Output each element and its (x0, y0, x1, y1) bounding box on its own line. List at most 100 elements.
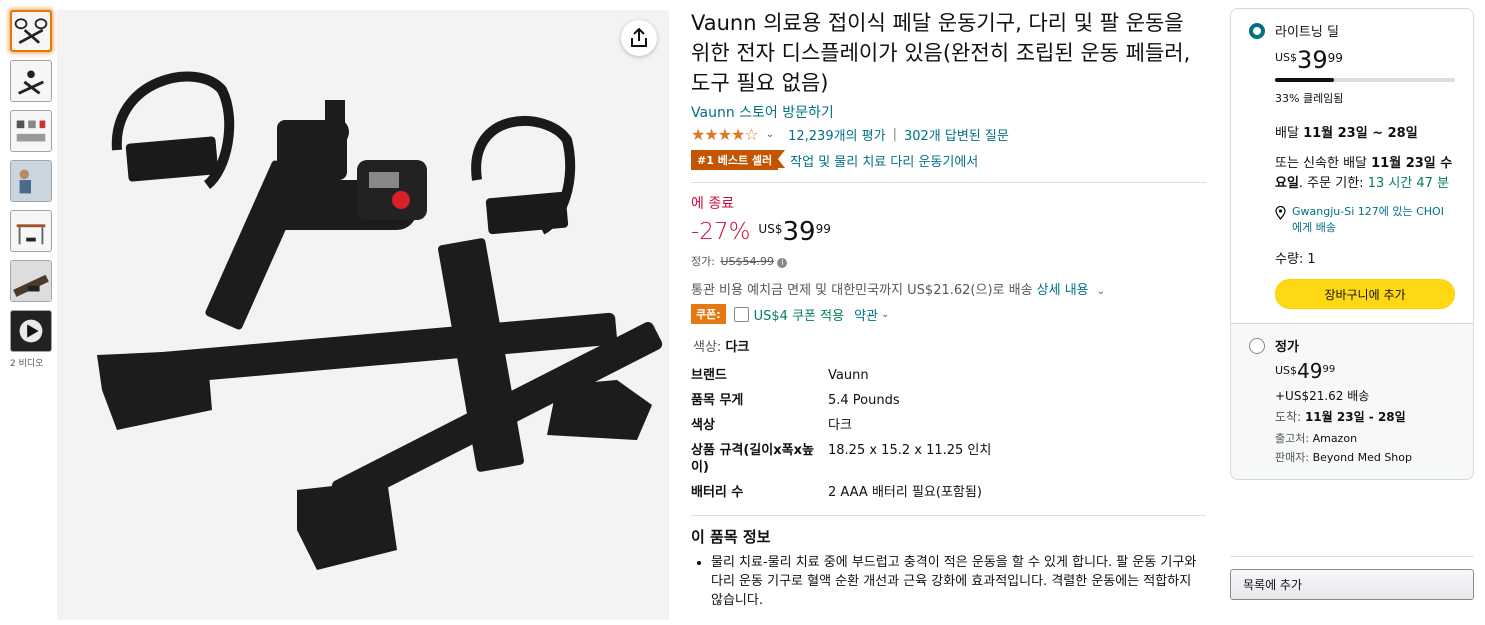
table-row: 품목 무게 5.4 Pounds (691, 388, 991, 413)
ships-from: 출고처: Amazon (1275, 431, 1455, 446)
shipping-text: 통관 비용 예치금 면제 및 대한민국까지 US$21.62(으)로 배송 (691, 283, 1033, 298)
coupon-checkbox[interactable] (733, 306, 749, 322)
table-row: 브랜드 Vaunn (691, 363, 991, 388)
coupon-text[interactable]: US$4 쿠폰 적용 (754, 305, 844, 324)
spec-key: 상품 규격(길이x폭x높이) (691, 443, 814, 475)
add-to-cart-button[interactable]: 장바구니에 추가 (1275, 279, 1455, 309)
thumbnail-3[interactable] (10, 110, 52, 152)
price-fraction: 99 (1327, 51, 1343, 65)
shipping-details-link[interactable]: 상세 내용 (1037, 283, 1089, 298)
regular-arrival: 도착: 11월 23일 - 28일 (1275, 408, 1455, 425)
order-within: . 주문 기한: (1298, 176, 1364, 191)
answered-questions-link[interactable]: 302개 답변된 질문 (904, 125, 1009, 144)
claimed-progress-bar (1275, 78, 1455, 82)
regular-option[interactable]: 정가 US$ 49 99 +US$21.62 배송 도착: 11월 23일 - … (1231, 323, 1473, 479)
arrive-label: 도착: (1275, 410, 1302, 424)
thumbnail-strip: 2 비디오 (10, 10, 54, 369)
list-price-row: 정가: US$54.99 i (691, 253, 1206, 269)
price-currency: US$ (1275, 51, 1298, 64)
spec-value: 2 AAA 배터리 필요(포함됨) (828, 485, 982, 500)
arrive-dates: 11월 23일 - 28일 (1304, 410, 1406, 424)
deal-radio-row[interactable]: 라이트닝 딜 (1249, 21, 1455, 40)
regular-radio-row[interactable]: 정가 (1249, 336, 1455, 355)
regular-price: US$ 49 99 (1249, 361, 1455, 381)
delivery-location[interactable]: Gwangju-Si 127에 있는 CHOI 에게 배송 (1292, 204, 1455, 236)
list-item: 물리 치료-물리 치료 중에 부드럽고 충격이 적은 운동을 할 수 있게 합니… (711, 553, 1206, 610)
star-rating-icon[interactable]: ★★★★☆ (691, 125, 759, 144)
color-label: 색상: (693, 340, 722, 355)
shipping-row: 통관 비용 예치금 면제 및 대한민국까지 US$21.62(으)로 배송 상세… (691, 279, 1206, 298)
regular-label: 정가 (1275, 340, 1299, 355)
table-row: 배터리 수 2 AAA 배터리 필요(포함됨) (691, 480, 991, 505)
quantity-select[interactable]: 수량: 1 (1275, 248, 1455, 267)
fast-prefix: 또는 신속한 배달 (1275, 156, 1367, 171)
location-pin-icon (1275, 206, 1286, 220)
spec-value: Vaunn (828, 368, 869, 383)
thumbnail-video[interactable] (10, 310, 52, 352)
store-link[interactable]: Vaunn 스토어 방문하기 (691, 102, 1206, 122)
add-to-list-button[interactable]: 목록에 추가 (1230, 569, 1474, 600)
chevron-down-icon[interactable]: ⌄ (881, 309, 889, 320)
specs-table: 브랜드 Vaunn 품목 무게 5.4 Pounds 색상 다크 상품 규격(길이x폭… (691, 363, 991, 505)
pedal-exerciser-image (97, 71, 663, 570)
price-currency: US$ (1275, 364, 1298, 377)
spec-key: 브랜드 (691, 368, 727, 383)
sold-by: 판매자: Beyond Med Shop (1275, 450, 1455, 465)
spec-value: 다크 (828, 418, 852, 433)
seller-value[interactable]: Beyond Med Shop (1313, 451, 1412, 464)
thumbnail-2[interactable] (10, 60, 52, 102)
info-icon[interactable]: i (777, 258, 788, 268)
coupon-terms-link[interactable]: 약관 (854, 305, 878, 324)
seller-label: 판매자: (1275, 451, 1310, 464)
spec-key: 배터리 수 (691, 485, 744, 500)
delivery-info: 배달 11월 23일 ~ 28일 (1275, 124, 1455, 144)
separator: | (892, 127, 897, 142)
rating-row: ★★★★☆ ⌄ 12,239개의 평가 | 302개 답변된 질문 (691, 125, 1206, 144)
regular-radio[interactable] (1249, 337, 1265, 354)
spec-key: 품목 무게 (691, 393, 744, 408)
about-title: 이 품목 정보 (691, 528, 771, 546)
product-title: Vaunn 의료용 접이식 페달 운동기구, 다리 및 팔 운동을 위한 전자 … (691, 11, 1191, 95)
share-button[interactable] (621, 20, 657, 56)
color-row: 색상: 다크 (691, 336, 1206, 355)
spec-key: 색상 (691, 418, 715, 433)
list-price-label: 정가: (691, 255, 715, 268)
main-product-image[interactable] (57, 10, 669, 620)
share-icon (631, 28, 647, 47)
best-seller-badge[interactable]: #1 베스트 셀러 (691, 150, 786, 170)
price-fraction: 99 (1322, 364, 1336, 375)
ships-from-value: Amazon (1312, 432, 1358, 445)
divider (691, 515, 1206, 516)
chevron-down-icon[interactable]: ⌄ (766, 129, 774, 140)
delivery-prefix: 배달 (1275, 126, 1299, 141)
spec-value: 18.25 x 15.2 x 11.25 인치 (828, 443, 992, 458)
deal-ends-label: 에 종료 (691, 196, 735, 212)
coupon-row: 쿠폰: US$4 쿠폰 적용 약관 ⌄ (691, 304, 1206, 324)
deal-price: US$ 39 99 (1249, 48, 1455, 72)
time-left: 13 시간 47 분 (1367, 176, 1450, 191)
best-seller-category-link[interactable]: 작업 및 물리 치료 다리 운동기에서 (790, 151, 978, 170)
video-count-label: 2 비디오 (10, 359, 44, 369)
table-row: 상품 규격(길이x폭x높이) 18.25 x 15.2 x 11.25 인치 (691, 438, 991, 480)
divider (691, 182, 1206, 183)
delivery-location-link[interactable]: Gwangju-Si 127에 있는 CHOI 에게 배송 (1275, 204, 1455, 236)
price-whole: 49 (1297, 359, 1323, 383)
price-fraction: 99 (815, 222, 831, 236)
thumbnail-5[interactable] (10, 210, 52, 252)
price-whole: 39 (782, 217, 816, 247)
thumbnail-1[interactable] (10, 10, 52, 52)
fast-delivery-info: 또는 신속한 배달 11월 23일 수요일. 주문 기한: 13 시간 47 분 (1275, 154, 1455, 194)
spec-value: 5.4 Pounds (828, 393, 900, 408)
divider (1230, 556, 1474, 557)
deal-option[interactable]: 라이트닝 딜 US$ 39 99 33% 클레임됨 배달 11월 23일 ~ 2… (1231, 9, 1473, 323)
deal-radio[interactable] (1249, 22, 1265, 39)
price-row: -27% US$ 39 99 (691, 219, 1206, 245)
thumbnail-6[interactable] (10, 260, 52, 302)
chevron-down-icon[interactable]: ⌄ (1097, 286, 1105, 297)
coupon-badge: 쿠폰: (691, 304, 726, 324)
about-list: 물리 치료-물리 치료 중에 부드럽고 충격이 적은 운동을 할 수 있게 합니… (691, 553, 1206, 610)
thumbnail-4[interactable] (10, 160, 52, 202)
price-currency: US$ (758, 222, 783, 236)
rating-count-link[interactable]: 12,239개의 평가 (788, 125, 885, 144)
deal-label: 라이트닝 딜 (1275, 25, 1339, 40)
